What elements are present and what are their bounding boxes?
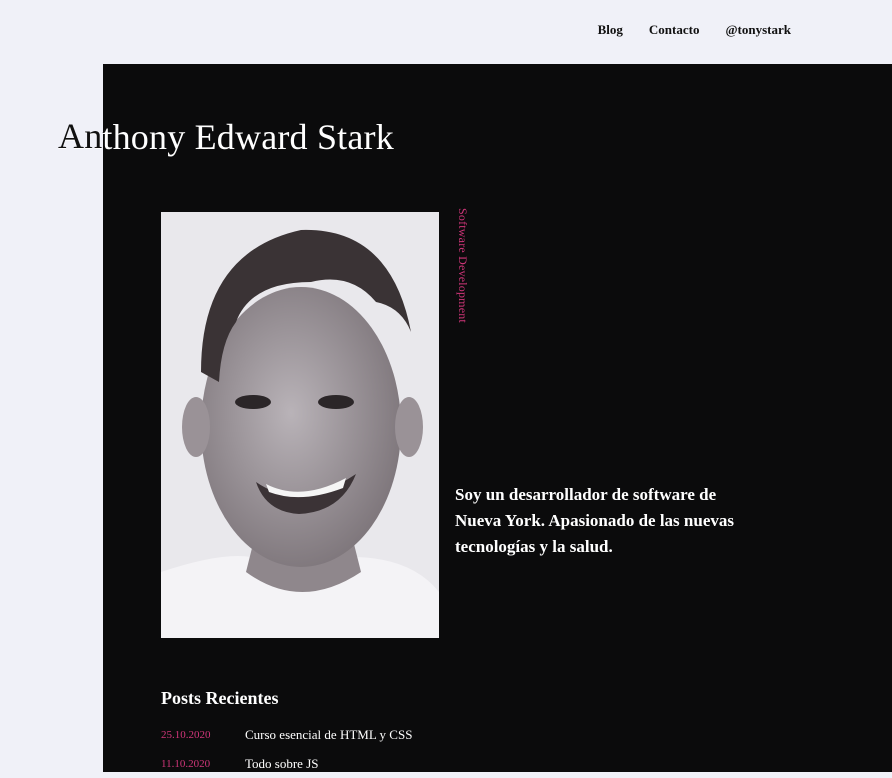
recent-posts-title: Posts Recientes bbox=[161, 688, 279, 708]
post-date: 11.10.2020 bbox=[161, 757, 211, 770]
recent-posts-list: 25.10.2020 Curso esencial de HTML y CSS … bbox=[161, 720, 412, 778]
page-title-overlap-text: Anthony Edward Stark bbox=[58, 116, 103, 156]
top-nav: Blog Contacto @tonystark bbox=[598, 22, 791, 38]
profile-photo bbox=[161, 212, 439, 638]
post-title-link[interactable]: Curso esencial de HTML y CSS bbox=[245, 727, 412, 743]
tagline-vertical: Software Development bbox=[456, 208, 470, 323]
nav-link-handle[interactable]: @tonystark bbox=[725, 22, 791, 38]
nav-link-blog[interactable]: Blog bbox=[598, 22, 623, 38]
page-title-overlap: Anthony Edward Stark bbox=[58, 116, 103, 164]
list-item[interactable]: 11.10.2020 Todo sobre JS bbox=[161, 749, 412, 778]
portrait-illustration bbox=[161, 212, 439, 638]
post-title-link[interactable]: Todo sobre JS bbox=[245, 756, 318, 772]
list-item[interactable]: 25.10.2020 Curso esencial de HTML y CSS bbox=[161, 720, 412, 749]
bio-text: Soy un desarrollador de software de Nuev… bbox=[455, 485, 734, 556]
nav-link-contact[interactable]: Contacto bbox=[649, 22, 700, 38]
post-date: 25.10.2020 bbox=[161, 728, 211, 741]
page-title: Anthony Edward Stark bbox=[58, 117, 394, 157]
